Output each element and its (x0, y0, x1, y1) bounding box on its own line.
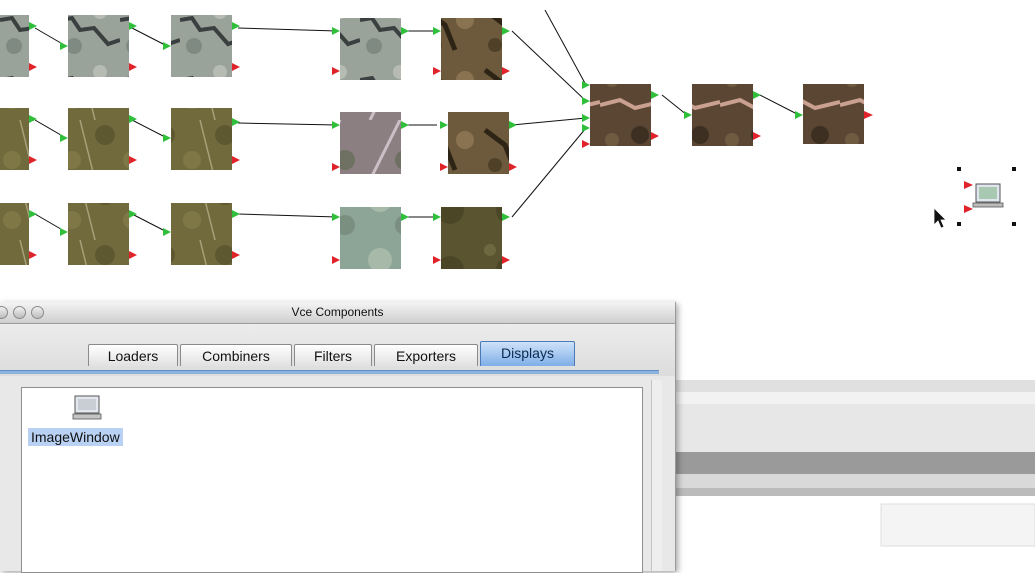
selection-handle (1012, 167, 1016, 171)
output-port (232, 210, 240, 218)
window-titlebar[interactable]: Vce Components (0, 302, 675, 324)
node-filter-row3-a[interactable] (60, 203, 137, 265)
input-port (440, 163, 448, 171)
tab-filters[interactable]: Filters (294, 344, 372, 366)
input-port (332, 67, 340, 75)
output-port (502, 67, 510, 75)
node-display-selected[interactable] (957, 167, 1016, 226)
node-filter-row2-d[interactable] (440, 112, 517, 174)
output-port (502, 27, 510, 35)
selection-handle (1012, 222, 1016, 226)
input-port (582, 124, 590, 132)
input-port (60, 42, 68, 50)
input-port (60, 134, 68, 142)
node-loader-row1[interactable] (0, 15, 37, 77)
output-port (29, 63, 37, 71)
output-port (753, 132, 761, 140)
output-port (232, 156, 240, 164)
output-port (232, 63, 240, 71)
input-port (795, 111, 803, 119)
input-port (332, 163, 340, 171)
output-port (129, 156, 137, 164)
input-port (332, 213, 340, 221)
display-icon[interactable] (72, 394, 104, 424)
input-port (582, 97, 590, 105)
output-port (129, 210, 137, 218)
input-port (332, 256, 340, 264)
node-loader-row2[interactable] (0, 108, 37, 170)
output-port (864, 111, 873, 119)
output-port (129, 63, 137, 71)
window-title: Vce Components (291, 305, 384, 319)
node-combiner[interactable] (582, 81, 659, 148)
output-port (129, 251, 137, 259)
tab-displays[interactable]: Displays (480, 341, 575, 366)
components-list[interactable] (21, 387, 643, 573)
input-port (964, 205, 973, 213)
minimize-icon[interactable] (13, 306, 26, 319)
input-port (60, 228, 68, 236)
output-port (29, 210, 37, 218)
output-port (753, 91, 761, 99)
output-port (651, 132, 659, 140)
output-port (401, 213, 409, 221)
node-filter-row3-c[interactable] (332, 207, 409, 269)
output-port (651, 91, 659, 99)
node-filter-row3-b[interactable] (163, 203, 240, 265)
tab-loaders[interactable]: Loaders (88, 344, 178, 366)
node-filter-row2-a[interactable] (60, 108, 137, 170)
node-filter-combined-a[interactable] (684, 84, 761, 146)
output-port (29, 156, 37, 164)
selection-handle (957, 167, 961, 171)
node-loader-row3[interactable] (0, 203, 37, 265)
input-port (582, 140, 590, 148)
node-filter-row1-d[interactable] (433, 18, 510, 80)
display-icon (972, 183, 1004, 208)
input-port (163, 42, 171, 50)
input-port (582, 81, 590, 89)
input-port (582, 114, 590, 122)
background-window (676, 380, 1035, 571)
output-port (29, 115, 37, 123)
link-lines (34, 9, 800, 233)
input-port (163, 134, 171, 142)
node-filter-row2-b[interactable] (163, 108, 240, 170)
close-icon[interactable] (0, 306, 8, 319)
input-port (684, 111, 692, 119)
output-port (232, 251, 240, 259)
node-filter-row1-c[interactable] (332, 18, 409, 80)
node-filter-row1-b[interactable] (163, 15, 240, 77)
input-port (332, 27, 340, 35)
input-port (433, 213, 441, 221)
input-port (964, 181, 973, 189)
output-port (502, 256, 510, 264)
input-port (332, 121, 340, 129)
output-port (401, 121, 409, 129)
output-port (232, 22, 240, 30)
output-port (401, 27, 409, 35)
output-port (509, 163, 517, 171)
output-port (232, 118, 240, 126)
tab-exporters[interactable]: Exporters (374, 344, 478, 366)
node-filter-row2-c[interactable] (332, 112, 409, 174)
input-port (433, 256, 441, 264)
node-filter-row1-a[interactable] (60, 15, 137, 77)
input-port (163, 228, 171, 236)
node-filter-combined-b[interactable] (795, 84, 873, 144)
mouse-cursor-icon (933, 207, 947, 229)
zoom-icon[interactable] (31, 306, 44, 319)
component-imagewindow[interactable]: ImageWindow (28, 428, 123, 446)
output-port (509, 121, 517, 129)
tab-combiners[interactable]: Combiners (180, 344, 292, 366)
tab-strip-line (0, 370, 659, 374)
input-port (433, 27, 441, 35)
selection-handle (957, 222, 961, 226)
node-filter-row3-d[interactable] (433, 207, 510, 269)
scrollbar[interactable] (651, 380, 662, 571)
output-port (502, 213, 510, 221)
input-port (440, 121, 448, 129)
input-port (433, 67, 441, 75)
output-port (29, 251, 37, 259)
